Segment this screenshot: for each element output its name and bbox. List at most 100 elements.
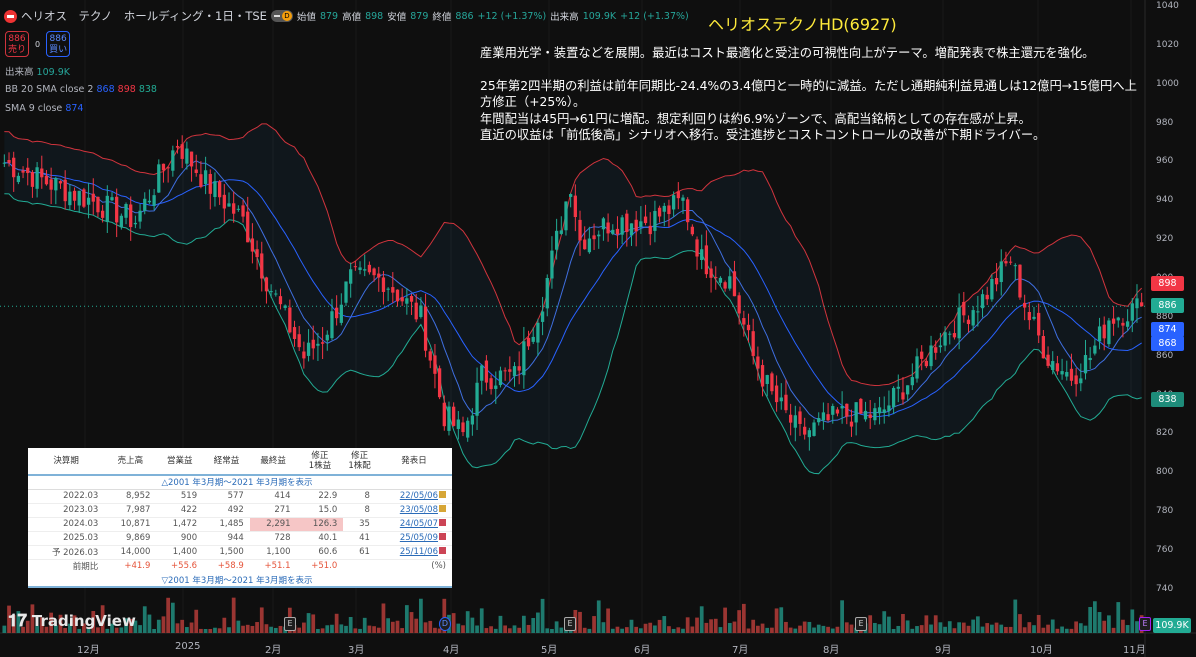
candle-body xyxy=(246,211,250,243)
volume-bar xyxy=(975,616,980,633)
volume-bar xyxy=(901,614,905,633)
document-icon[interactable] xyxy=(439,547,446,554)
date-link[interactable]: 23/05/08 xyxy=(400,505,438,515)
candle-body xyxy=(40,168,44,178)
volume-bar xyxy=(166,597,171,633)
candle-body xyxy=(648,225,652,235)
volume-bar xyxy=(770,627,774,633)
earnings-marker-icon[interactable]: E xyxy=(564,617,576,631)
candle-body xyxy=(161,163,166,171)
candle-body xyxy=(124,204,128,218)
announce-date-link[interactable]: 25/11/06 xyxy=(375,545,452,560)
volume-bar xyxy=(241,625,245,633)
candle-body xyxy=(793,415,797,428)
sma-indicator-legend[interactable]: SMA 9 close 874 xyxy=(5,103,83,114)
candle-body xyxy=(311,339,315,349)
sell-button[interactable]: 886 売り xyxy=(5,31,29,57)
announce-date-link[interactable]: 24/05/07 xyxy=(375,517,452,532)
volume-bar xyxy=(966,625,971,633)
dividend-marker-icon[interactable]: D xyxy=(439,617,451,631)
volume-bar xyxy=(245,624,250,633)
candle-body xyxy=(227,203,231,207)
volume-bar xyxy=(596,600,601,633)
candle-body xyxy=(611,229,615,234)
document-icon[interactable] xyxy=(439,533,446,540)
candle-body xyxy=(330,311,334,339)
document-icon[interactable] xyxy=(439,505,446,512)
earnings-marker-icon[interactable]: E xyxy=(284,617,296,631)
candle-body xyxy=(578,219,582,241)
volume-bar xyxy=(1111,627,1116,633)
candle-body xyxy=(938,345,943,348)
price-tick: 800 xyxy=(1156,467,1174,478)
candle-body xyxy=(690,226,694,235)
volume-bar xyxy=(540,598,545,633)
candle-body xyxy=(1041,336,1046,359)
bb-indicator-legend[interactable]: BB 20 SMA close 2 868 898 838 xyxy=(5,84,157,95)
date-link[interactable]: 25/11/06 xyxy=(400,547,438,557)
candle-body xyxy=(325,334,329,341)
candle-body xyxy=(512,366,517,377)
announce-date-link[interactable]: 25/05/09 xyxy=(375,531,452,546)
tradingview-logo[interactable]: 𝟏𝟕 TradingView xyxy=(8,611,136,631)
volume-bar xyxy=(1018,614,1022,633)
announce-date-link[interactable]: 23/05/08 xyxy=(375,503,452,518)
expand-history-top-link[interactable]: △2001 年3月期～2021 年3月期を表示 xyxy=(28,475,452,490)
earnings-marker-icon[interactable]: E xyxy=(1139,617,1151,631)
candle-body xyxy=(831,406,835,415)
candle-body xyxy=(934,347,938,353)
volume-bar xyxy=(873,622,877,633)
date-link[interactable]: 24/05/07 xyxy=(400,519,438,529)
candle-body xyxy=(269,291,273,293)
candle-body xyxy=(302,351,306,359)
volume-bar xyxy=(849,624,854,633)
candle-body xyxy=(475,382,479,416)
candle-body xyxy=(751,331,755,356)
volume-bar xyxy=(381,603,386,633)
volume-bar xyxy=(582,627,587,633)
document-icon[interactable] xyxy=(439,519,446,526)
candle-body xyxy=(985,294,989,300)
volume-indicator-legend[interactable]: 出来高 109.9K xyxy=(5,64,70,78)
earnings-marker-icon[interactable]: E xyxy=(855,617,867,631)
candle-body xyxy=(559,230,563,234)
volume-bar xyxy=(306,613,311,633)
candle-body xyxy=(873,408,877,421)
date-link[interactable]: 22/05/06 xyxy=(400,491,438,501)
column-header: 売上高 xyxy=(104,448,157,476)
volume-label: 出来高 xyxy=(550,12,579,23)
volume-bar xyxy=(526,624,531,633)
candle-body xyxy=(1023,302,1027,308)
volume-bar xyxy=(311,614,316,633)
candle-body xyxy=(952,333,957,338)
candle-body xyxy=(442,402,446,427)
volume-bar xyxy=(971,619,976,633)
volume-bar xyxy=(1004,626,1008,633)
document-icon[interactable] xyxy=(439,491,446,498)
volume-bar xyxy=(592,616,596,633)
volume-bar xyxy=(1083,625,1088,633)
candle-body xyxy=(990,278,994,300)
column-header: 経常益 xyxy=(203,448,250,476)
volume-bar xyxy=(451,613,456,633)
expand-history-bottom-link[interactable]: ▽2001 年3月期～2021 年3月期を表示 xyxy=(28,573,452,588)
volume-bar xyxy=(147,614,152,633)
table-row: 2023.03 7,987 422 492 271 15.0 8 23/05/08 xyxy=(28,503,452,518)
candle-body xyxy=(1121,322,1125,326)
volume-bar xyxy=(709,619,713,633)
interval-toggle[interactable]: D xyxy=(270,10,293,22)
candle-body xyxy=(77,190,81,206)
candle-body xyxy=(573,195,577,218)
candle-body xyxy=(770,373,774,392)
volume-bar xyxy=(334,613,339,633)
date-link[interactable]: 25/05/09 xyxy=(400,533,438,543)
annotation-title: ヘリオステクノHD(6927) xyxy=(708,15,897,34)
table-cell: 8 xyxy=(343,489,376,504)
symbol-title[interactable]: ヘリオス テクノ ホールディング・1日・TSE xyxy=(21,8,267,24)
volume-bar xyxy=(671,628,676,633)
yoy-cell: +41.9 xyxy=(124,561,151,572)
announce-date-link[interactable]: 22/05/06 xyxy=(375,489,452,504)
buy-button[interactable]: 886 買い xyxy=(46,31,71,57)
yoy-cell: 前期比 xyxy=(72,562,99,573)
candle-body xyxy=(615,228,620,235)
